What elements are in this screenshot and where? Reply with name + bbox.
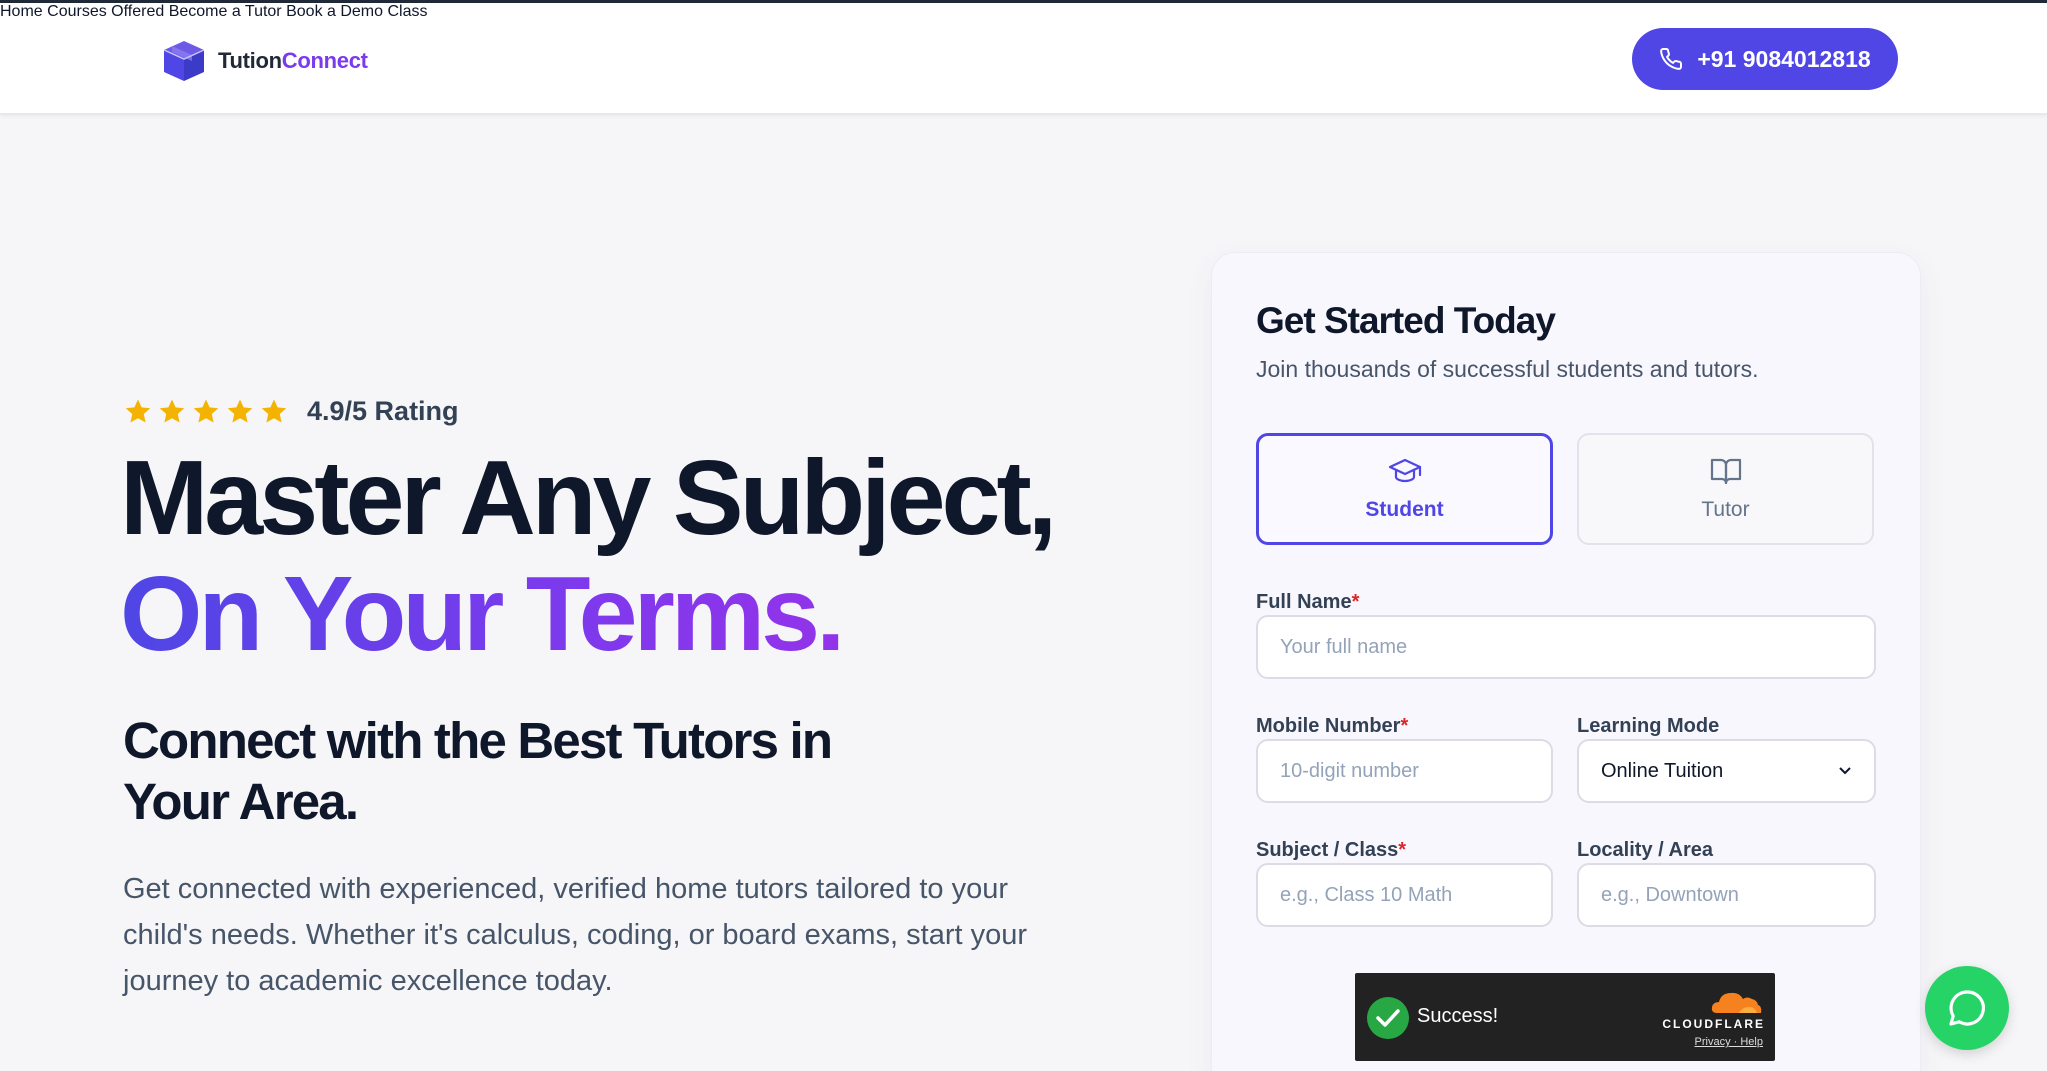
- role-tutor-option[interactable]: Tutor: [1577, 433, 1874, 545]
- star-icon: [227, 399, 253, 422]
- captcha-widget[interactable]: Success! CLOUDFLARE Privacy · Help: [1355, 973, 1775, 1061]
- role-tutor-label: Tutor: [1701, 498, 1750, 521]
- rating-row: 4.9/5 Rating: [123, 396, 459, 427]
- graduation-cap-icon: [1388, 458, 1421, 483]
- brand-name: TutionConnect: [218, 48, 368, 74]
- captcha-provider: CLOUDFLARE: [1662, 1017, 1765, 1031]
- chevron-down-icon: [1839, 767, 1851, 775]
- phone-call-button[interactable]: +91 9084012818: [1632, 28, 1898, 90]
- star-icon: [159, 399, 185, 422]
- full-name-label: Full Name*: [1256, 591, 1359, 614]
- open-book-icon: [1710, 458, 1741, 485]
- required-mark: *: [1398, 839, 1407, 861]
- cube-logo-icon: [163, 41, 205, 81]
- subject-input[interactable]: e.g., Class 10 Math: [1256, 863, 1553, 927]
- phone-icon: [1660, 47, 1683, 70]
- hero-title-line1: Master Any Subject,: [120, 439, 1057, 557]
- star-icon: [193, 399, 219, 422]
- main-nav: Home Courses Offered Become a Tutor Book…: [0, 3, 2047, 21]
- site-header: TutionConnect Home Courses Offered Becom…: [0, 3, 2047, 115]
- role-student-label: Student: [1365, 498, 1444, 521]
- nav-book-demo-class[interactable]: Book a Demo Class: [286, 3, 427, 20]
- rating-text: 4.9/5 Rating: [307, 396, 459, 426]
- subject-label-text: Subject / Class: [1256, 839, 1399, 861]
- hero-subtitle: Connect with the Best Tutors in Your Are…: [123, 712, 833, 830]
- hero-description: Get connected with experienced, verified…: [123, 873, 1028, 997]
- mobile-label-text: Mobile Number: [1256, 715, 1401, 737]
- locality-label: Locality / Area: [1577, 839, 1713, 861]
- nav-courses-offered[interactable]: Courses Offered: [47, 3, 164, 20]
- nav-become-a-tutor[interactable]: Become a Tutor: [169, 3, 282, 20]
- required-mark: *: [1351, 591, 1360, 613]
- mobile-label: Mobile Number*: [1256, 715, 1408, 738]
- cloudflare-cloud-icon: [1711, 992, 1762, 1013]
- star-icon: [125, 399, 151, 422]
- star-icon: [261, 399, 287, 422]
- captcha-links[interactable]: Privacy · Help: [1695, 1036, 1763, 1048]
- form-subtitle: Join thousands of successful students an…: [1256, 356, 1759, 382]
- brand-logo[interactable]: TutionConnect: [158, 37, 368, 85]
- brand-name-part1: Tution: [218, 48, 282, 73]
- form-title: Get Started Today: [1256, 300, 1556, 341]
- check-icon: [1367, 997, 1409, 1039]
- full-name-label-text: Full Name: [1256, 591, 1352, 613]
- locality-input[interactable]: e.g., Downtown: [1577, 863, 1876, 927]
- captcha-status: Success!: [1417, 1005, 1499, 1027]
- required-mark: *: [1400, 715, 1409, 737]
- learning-mode-value: Online Tuition: [1601, 759, 1724, 782]
- role-student-option[interactable]: Student: [1256, 433, 1553, 545]
- mobile-input[interactable]: 10-digit number: [1256, 739, 1553, 803]
- learning-mode-select[interactable]: Online Tuition: [1577, 739, 1876, 803]
- hero-title-line2: On Your Terms.: [120, 555, 846, 673]
- phone-number: +91 9084012818: [1697, 45, 1871, 72]
- brand-name-part2: Connect: [281, 48, 368, 73]
- full-name-input[interactable]: Your full name: [1256, 615, 1876, 679]
- signup-card: Get Started Today Join thousands of succ…: [1211, 252, 1921, 1071]
- chat-bubble-icon: [1949, 990, 1985, 1026]
- nav-home[interactable]: Home: [0, 3, 43, 20]
- whatsapp-chat-button[interactable]: [1925, 966, 2009, 1050]
- subject-label: Subject / Class*: [1256, 839, 1406, 862]
- learning-mode-label: Learning Mode: [1577, 715, 1720, 737]
